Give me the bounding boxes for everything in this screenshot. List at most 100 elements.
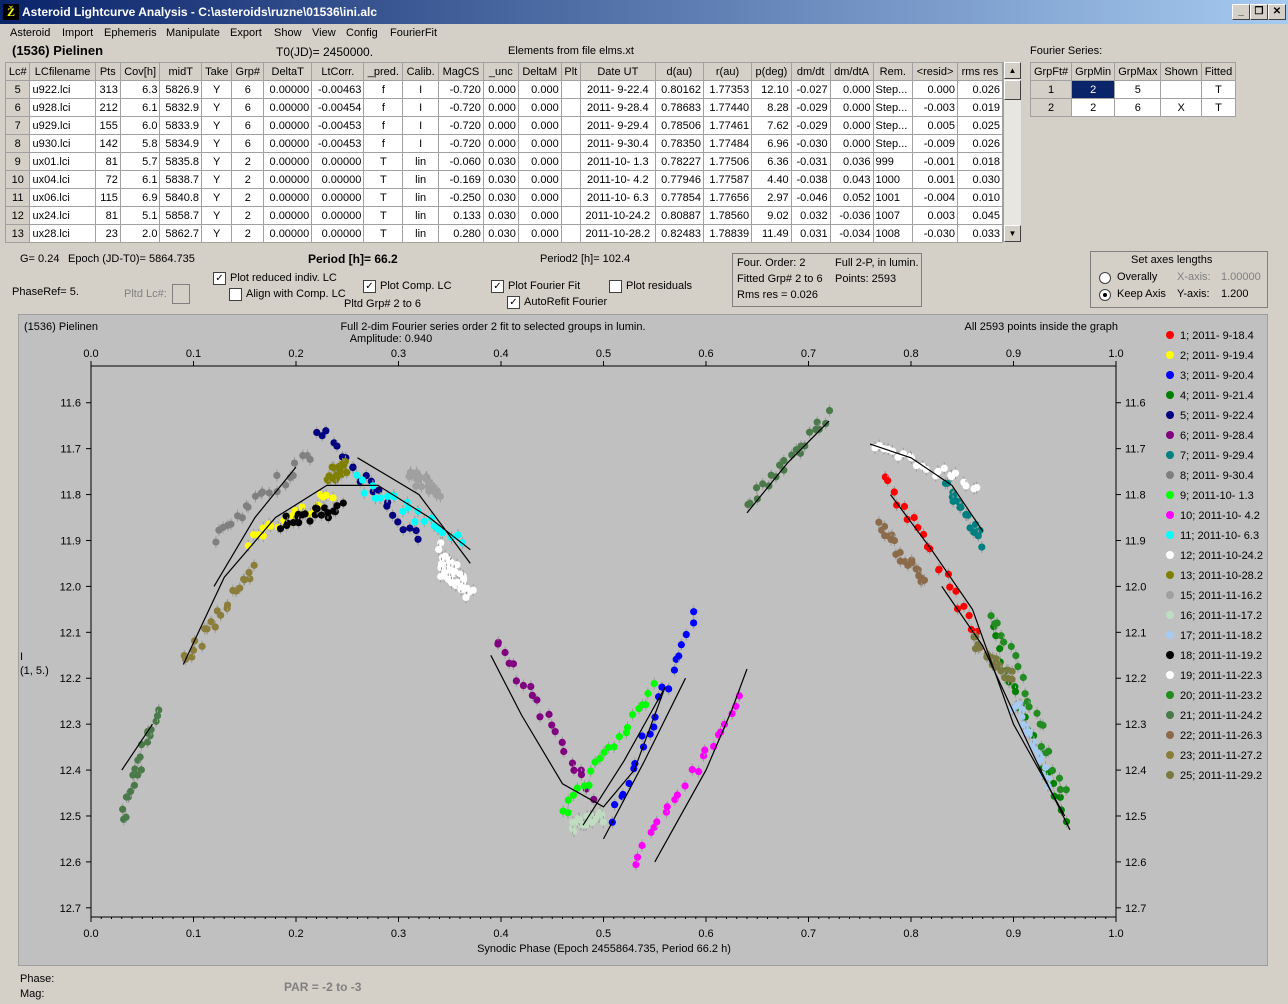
lc-table-row[interactable]: 5 u922.lci 313 6.3 5826.9 Y 6 0.00000 -0.00463 f I…: [4, 80, 1004, 99]
lc-table-cell[interactable]: 0.005: [912, 116, 958, 135]
lc-table-cell[interactable]: 13: [4, 224, 31, 243]
lc-table-cell[interactable]: Step...: [872, 80, 914, 99]
lc-table-cell[interactable]: 6.1: [119, 170, 161, 189]
lc-table-cell[interactable]: f: [363, 116, 404, 135]
lc-table-cell[interactable]: 12: [4, 206, 31, 225]
lc-table-cell[interactable]: 0.00000: [311, 206, 365, 225]
lc-table-cell[interactable]: 2011- 9-30.4: [579, 134, 656, 153]
lc-table-cell[interactable]: 0.00000: [263, 224, 313, 243]
lc-table-cell[interactable]: 5: [4, 80, 31, 99]
lc-table-cell[interactable]: -0.031: [790, 152, 831, 171]
lc-table-cell[interactable]: 1001: [872, 188, 914, 207]
f-table-cell[interactable]: 2: [1071, 98, 1116, 117]
f-col-header[interactable]: Shown: [1160, 62, 1202, 81]
lc-col-header[interactable]: DeltaM: [517, 62, 562, 81]
lc-col-header[interactable]: _pred.: [363, 62, 404, 81]
lc-col-header[interactable]: r(au): [702, 62, 753, 81]
lc-table-cell[interactable]: 0.78227: [654, 152, 704, 171]
lc-table-cell[interactable]: [560, 116, 581, 135]
lc-table-cell[interactable]: [560, 134, 581, 153]
lc-table-cell[interactable]: 0.026: [956, 80, 1004, 99]
lc-table-cell[interactable]: 1.77461: [702, 116, 753, 135]
lc-table-cell[interactable]: -0.720: [437, 98, 484, 117]
lc-table-cell[interactable]: 81: [94, 206, 121, 225]
lc-table-cell[interactable]: 0.00000: [263, 134, 313, 153]
lc-table-cell[interactable]: 2011-10-28.2: [579, 224, 656, 243]
lc-table-cell[interactable]: 0.00000: [263, 188, 313, 207]
table-scrollbar[interactable]: ▲ ▼: [1003, 62, 1021, 242]
lc-table-cell[interactable]: 0.00000: [263, 98, 313, 117]
lc-table-cell[interactable]: [560, 152, 581, 171]
lc-table-cell[interactable]: 1.77353: [702, 80, 753, 99]
lc-table-cell[interactable]: 2.0: [119, 224, 161, 243]
lc-table-cell[interactable]: -0.036: [829, 206, 874, 225]
lc-table-cell[interactable]: -0.034: [829, 224, 874, 243]
f-col-header[interactable]: GrpMax: [1114, 62, 1162, 81]
lc-table-cell[interactable]: -0.009: [912, 134, 958, 153]
lc-table-cell[interactable]: u930.lci: [29, 134, 96, 153]
lc-table-cell[interactable]: 6.9: [119, 188, 161, 207]
lc-table-cell[interactable]: 0.019: [956, 98, 1004, 117]
lightcurve-chart[interactable]: (1536) Pielinen Full 2-dim Fourier series…: [18, 314, 1268, 966]
lc-table-cell[interactable]: 2: [231, 152, 265, 171]
lc-table-cell[interactable]: 6: [4, 98, 31, 117]
f-table-cell[interactable]: 5: [1114, 80, 1162, 99]
lc-table-cell[interactable]: 0.010: [956, 188, 1004, 207]
lc-table-cell[interactable]: -0.00454: [311, 98, 365, 117]
lc-table-cell[interactable]: 5826.9: [159, 80, 203, 99]
lc-table-cell[interactable]: ux06.lci: [29, 188, 96, 207]
lc-table-cell[interactable]: Y: [201, 206, 233, 225]
lc-col-header[interactable]: DeltaT: [263, 62, 313, 81]
lc-table-cell[interactable]: Y: [201, 170, 233, 189]
lc-table-cell[interactable]: Y: [201, 116, 233, 135]
lc-table-cell[interactable]: 0.030: [482, 152, 519, 171]
lc-table-cell[interactable]: 0.00000: [311, 188, 365, 207]
lc-table-cell[interactable]: 0.032: [790, 206, 831, 225]
lc-table-cell[interactable]: 6: [231, 80, 265, 99]
lc-table-cell[interactable]: 0.77946: [654, 170, 704, 189]
lc-table-cell[interactable]: 2011-10- 1.3: [579, 152, 656, 171]
lc-table-cell[interactable]: 0.80162: [654, 80, 704, 99]
pltd-lc-spinner[interactable]: [172, 284, 190, 304]
lc-table-cell[interactable]: 6.36: [751, 152, 792, 171]
f-table-cell[interactable]: X: [1160, 98, 1202, 117]
lc-table-cell[interactable]: 0.018: [956, 152, 1004, 171]
lc-table-cell[interactable]: 6.3: [119, 80, 161, 99]
lc-table-cell[interactable]: 1007: [872, 206, 914, 225]
lc-table-cell[interactable]: 0.045: [956, 206, 1004, 225]
lc-table-cell[interactable]: T: [363, 224, 404, 243]
lc-table-cell[interactable]: 0.000: [829, 116, 874, 135]
lc-table-cell[interactable]: 7.62: [751, 116, 792, 135]
lc-table-cell[interactable]: 5833.9: [159, 116, 203, 135]
lc-table-cell[interactable]: 115: [94, 188, 121, 207]
lc-table-cell[interactable]: 1000: [872, 170, 914, 189]
lc-table-cell[interactable]: 0.043: [829, 170, 874, 189]
menu-view[interactable]: View: [312, 27, 336, 39]
lc-table-cell[interactable]: 0.030: [482, 188, 519, 207]
lc-table-cell[interactable]: 0.000: [482, 134, 519, 153]
x-axis-value[interactable]: 1.00000: [1221, 271, 1261, 283]
f-table-cell[interactable]: [1160, 80, 1202, 99]
lc-table-cell[interactable]: 12.10: [751, 80, 792, 99]
f-table-cell[interactable]: 1: [1029, 80, 1073, 99]
lc-table-cell[interactable]: 5.8: [119, 134, 161, 153]
menu-import[interactable]: Import: [62, 27, 93, 39]
lc-table-cell[interactable]: 0.78683: [654, 98, 704, 117]
lc-table-cell[interactable]: 0.000: [482, 116, 519, 135]
lc-col-header[interactable]: <resid>: [912, 62, 958, 81]
lc-table-cell[interactable]: -0.046: [790, 188, 831, 207]
lc-table-cell[interactable]: I: [402, 116, 439, 135]
lc-table-cell[interactable]: [560, 80, 581, 99]
lc-table-cell[interactable]: 0.000: [517, 98, 562, 117]
lc-col-header[interactable]: Rem.: [872, 62, 914, 81]
lc-table-cell[interactable]: T: [363, 206, 404, 225]
lc-table-cell[interactable]: 0.00000: [263, 152, 313, 171]
lc-table-cell[interactable]: 313: [94, 80, 121, 99]
lc-col-header[interactable]: Date UT: [579, 62, 656, 81]
lc-table-cell[interactable]: I: [402, 80, 439, 99]
f-col-header[interactable]: Fitted: [1200, 62, 1237, 81]
lc-col-header[interactable]: LtCorr.: [311, 62, 365, 81]
lc-table-cell[interactable]: f: [363, 80, 404, 99]
lc-table-cell[interactable]: 5835.8: [159, 152, 203, 171]
lc-table-cell[interactable]: 6.1: [119, 98, 161, 117]
